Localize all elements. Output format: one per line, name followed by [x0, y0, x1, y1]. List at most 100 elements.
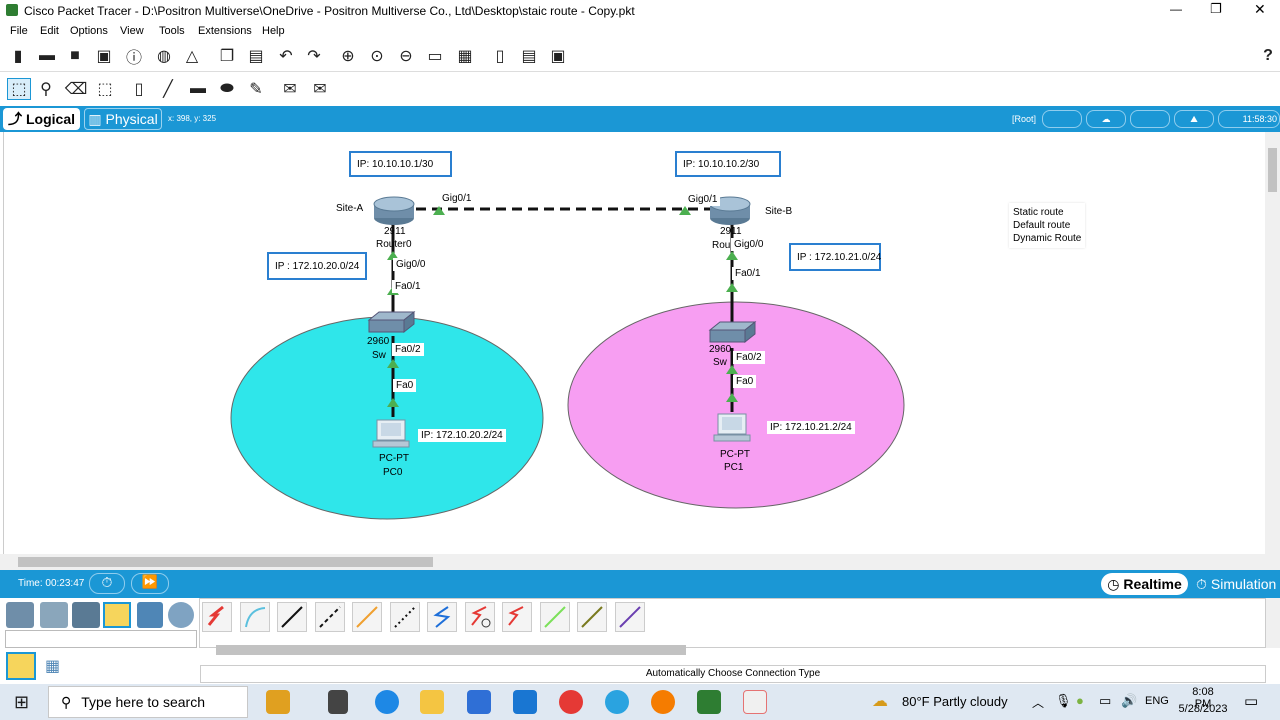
taskbar-date[interactable]: 5/28/2023 — [1176, 703, 1230, 715]
resize-icon[interactable]: ⬚ — [95, 79, 115, 99]
ip-note-lan-a[interactable]: IP : 172.10.20.0/24 — [267, 252, 367, 280]
menu-edit[interactable]: Edit — [40, 25, 59, 37]
place-note-icon[interactable]: ▯ — [129, 79, 149, 99]
components-icon[interactable] — [72, 602, 100, 628]
maximize-button[interactable]: ❐ — [1210, 1, 1222, 17]
iot-cable-icon[interactable] — [577, 602, 607, 632]
crossover-cable-icon[interactable] — [315, 602, 345, 632]
notes-icon[interactable]: ▯ — [490, 46, 510, 66]
mail-icon[interactable] — [513, 690, 537, 714]
volume-icon[interactable]: 🔊 — [1121, 693, 1137, 709]
coaxial-cable-icon[interactable] — [427, 602, 457, 632]
horizontal-scrollbar[interactable] — [0, 554, 1280, 570]
power-cycle-icon[interactable]: ⏱ — [89, 573, 125, 594]
zoom-reset-icon[interactable]: ⊙ — [367, 46, 387, 66]
ip-note-pc0[interactable]: IP: 172.10.20.2/24 — [418, 429, 506, 442]
ip-note-lan-b[interactable]: IP : 172.10.21.0/24 — [789, 243, 881, 271]
viewport-icon[interactable]: ▤ — [519, 46, 539, 66]
select-icon[interactable]: ⬚ — [7, 78, 31, 100]
panel-scrollbar[interactable] — [1266, 598, 1280, 648]
chrome-icon[interactable] — [559, 690, 583, 714]
multiuser-icon[interactable] — [168, 602, 194, 628]
print-icon[interactable]: ▣ — [94, 46, 114, 66]
menu-view[interactable]: View — [120, 25, 144, 37]
ip-note-site-a-wan[interactable]: IP: 10.10.10.1/30 — [349, 151, 452, 177]
draw-rectangle-icon[interactable]: ▬ — [188, 79, 208, 99]
menu-tools[interactable]: Tools — [159, 25, 185, 37]
help-icon[interactable]: ? — [1258, 46, 1278, 66]
menu-file[interactable]: File — [10, 25, 28, 37]
zoom-in-icon[interactable]: ⊕ — [338, 46, 358, 66]
device-type-field[interactable] — [5, 630, 197, 648]
fiber-cable-icon[interactable] — [352, 602, 382, 632]
draw-ellipse-icon[interactable]: ⬬ — [217, 79, 237, 99]
end-devices-icon[interactable] — [40, 602, 68, 628]
network-devices-icon[interactable] — [6, 602, 34, 628]
firefox-icon[interactable] — [651, 690, 675, 714]
grid-icon[interactable]: ▦ — [45, 656, 63, 675]
windows-start-icon[interactable]: ⊞ — [14, 692, 34, 712]
simple-pdu-icon[interactable]: ✉ — [280, 79, 300, 99]
edge-browser-icon[interactable] — [375, 690, 399, 714]
redo-icon[interactable]: ↷ — [304, 46, 324, 66]
chevron-up-icon[interactable]: ︿ — [1032, 694, 1044, 711]
octal-cable-icon[interactable] — [540, 602, 570, 632]
panel-scroll-thumb[interactable] — [216, 645, 686, 655]
ip-note-site-b-wan[interactable]: IP: 10.10.10.2/30 — [675, 151, 781, 177]
taskbar-search[interactable]: ⚲ Type here to search — [48, 686, 248, 718]
logical-workspace[interactable]: IP: 10.10.10.1/30 IP: 10.10.10.2/30 IP :… — [3, 132, 1265, 554]
draw-line-icon[interactable]: ╱ — [158, 79, 178, 99]
delete-icon[interactable]: ⌫ — [65, 79, 88, 99]
menu-extensions[interactable]: Extensions — [198, 25, 252, 37]
routing-notes[interactable]: Static route Default route Dynamic Route — [1009, 203, 1086, 248]
briefcase-app-icon[interactable] — [266, 690, 290, 714]
undo-icon[interactable]: ↶ — [276, 46, 296, 66]
new-cluster-button[interactable] — [1130, 110, 1170, 128]
packet-tracer-taskbar-icon[interactable] — [697, 690, 721, 714]
new-file-icon[interactable]: ▮ — [8, 46, 28, 66]
viewport-button[interactable]: ⛰ — [1174, 110, 1214, 128]
straight-through-cable-icon[interactable] — [277, 602, 307, 632]
horizontal-scroll-thumb[interactable] — [18, 557, 433, 567]
connections-icon[interactable] — [103, 602, 131, 628]
battery-icon[interactable]: ▭ — [1099, 693, 1111, 709]
serial-dce-cable-icon[interactable] — [465, 602, 495, 632]
inspect-icon[interactable]: ⚲ — [36, 79, 56, 99]
simulation-mode[interactable]: ⏱ Simulation — [1190, 573, 1280, 595]
network-info-icon[interactable]: ◍ — [154, 46, 174, 66]
close-button[interactable]: ✕ — [1254, 1, 1266, 18]
serial-dte-cable-icon[interactable] — [502, 602, 532, 632]
telegram-icon[interactable] — [605, 690, 629, 714]
cluster-icon[interactable]: ☁ — [1086, 110, 1126, 128]
screenshot-icon[interactable]: ▣ — [548, 46, 568, 66]
task-view-icon[interactable] — [328, 690, 348, 714]
freeform-icon[interactable]: ✎ — [246, 79, 266, 99]
menu-help[interactable]: Help — [262, 25, 285, 37]
menu-options[interactable]: Options — [70, 25, 108, 37]
paste-icon[interactable]: ▤ — [246, 46, 266, 66]
store-icon[interactable] — [467, 690, 491, 714]
activity-wizard-icon[interactable]: △ — [182, 46, 202, 66]
minimize-button[interactable]: — — [1170, 2, 1182, 16]
copy-icon[interactable]: ❐ — [217, 46, 237, 66]
language-indicator[interactable]: ENG — [1145, 695, 1169, 707]
drawing-palette-icon[interactable]: ▭ — [425, 46, 445, 66]
file-explorer-icon[interactable] — [420, 690, 444, 714]
phone-cable-icon[interactable] — [390, 602, 420, 632]
snipping-tool-icon[interactable] — [743, 690, 767, 714]
fast-forward-icon[interactable]: ⏩ — [131, 573, 169, 594]
misc-icon[interactable] — [137, 602, 163, 628]
console-cable-icon[interactable] — [240, 602, 270, 632]
location-icon[interactable]: ● — [1076, 693, 1084, 708]
connection-type-icon[interactable] — [6, 652, 36, 680]
info-icon[interactable]: ⓘ — [124, 46, 144, 67]
realtime-mode[interactable]: ◷ Realtime — [1101, 573, 1188, 595]
physical-tab[interactable]: ▥ Physical — [84, 108, 162, 130]
notifications-icon[interactable]: ▭ — [1244, 692, 1258, 710]
zoom-out-icon[interactable]: ⊖ — [396, 46, 416, 66]
save-icon[interactable]: ■ — [65, 46, 85, 66]
custom-devices-icon[interactable]: ▦ — [455, 46, 475, 66]
microphone-icon[interactable]: 🎙 — [1055, 693, 1072, 709]
logical-tab[interactable]: ⤴ Logical — [3, 108, 80, 130]
vertical-scroll-thumb[interactable] — [1268, 148, 1277, 192]
